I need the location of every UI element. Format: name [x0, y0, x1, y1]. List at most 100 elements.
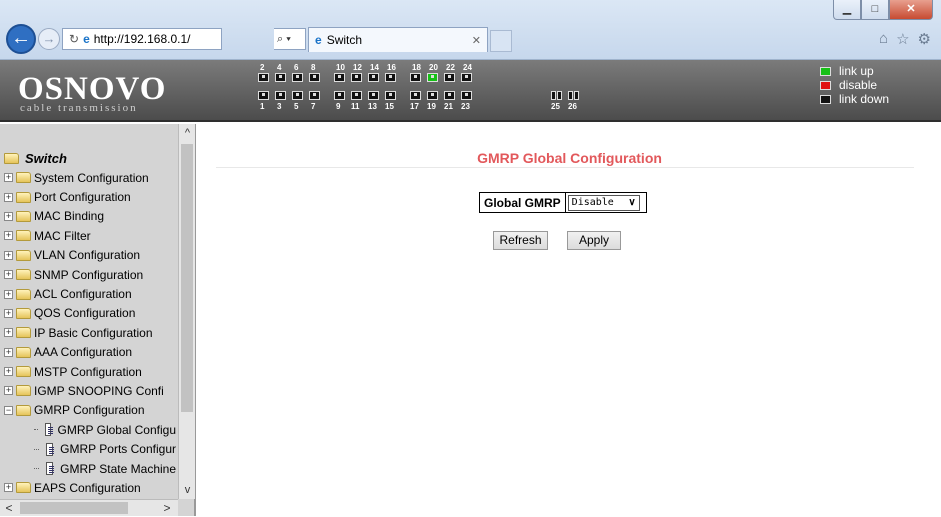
expand-icon[interactable]: + — [4, 308, 13, 318]
scroll-thumb[interactable] — [181, 144, 193, 412]
apply-button[interactable]: Apply — [567, 231, 621, 250]
sidebar-item[interactable]: + IP Basic Configuration — [4, 323, 176, 342]
port-8-icon[interactable] — [309, 73, 320, 82]
favorites-star-icon[interactable]: ☆ — [896, 30, 909, 48]
port-10-icon[interactable] — [334, 73, 345, 82]
port-20-icon[interactable] — [427, 73, 438, 82]
expand-icon[interactable]: + — [4, 328, 13, 338]
tree-branch-line — [34, 468, 39, 470]
scroll-up-icon[interactable]: ^ — [179, 124, 196, 142]
sidebar-vertical-scrollbar[interactable]: ^ v — [178, 124, 195, 499]
port-25-icon[interactable] — [551, 91, 563, 100]
tree-root-switch[interactable]: Switch — [4, 148, 176, 168]
sidebar-item-label: MAC Binding — [34, 209, 105, 224]
sidebar-subitem[interactable]: GMRP State Machine — [4, 459, 176, 478]
port-11-icon[interactable] — [351, 91, 362, 100]
port-19-icon[interactable] — [427, 91, 438, 100]
tree-branch-line — [34, 448, 39, 450]
port-7-icon[interactable] — [309, 91, 320, 100]
port-5-icon[interactable] — [292, 91, 303, 100]
expand-icon[interactable]: + — [4, 270, 13, 280]
sidebar-item[interactable]: + IGMP SNOOPING Confi — [4, 381, 176, 400]
browser-tab[interactable]: e Switch ✕ — [308, 27, 488, 52]
port-24-icon[interactable] — [461, 73, 472, 82]
expand-icon[interactable]: + — [4, 192, 13, 202]
chevron-down-icon: ∨ — [628, 197, 636, 208]
sidebar-subitem[interactable]: GMRP Ports Configur — [4, 439, 176, 458]
port-3-icon[interactable] — [275, 91, 286, 100]
sidebar-item[interactable]: + SNMP Configuration — [4, 265, 176, 284]
sidebar-item-label: IP Basic Configuration — [34, 325, 153, 340]
sidebar-item[interactable]: + QOS Configuration — [4, 304, 176, 323]
port-16-icon[interactable] — [385, 73, 396, 82]
port-22-icon[interactable] — [444, 73, 455, 82]
port-legend: link up disable link down — [820, 64, 889, 106]
sidebar-item-label: Port Configuration — [34, 190, 131, 205]
minimize-icon[interactable]: ▁ — [833, 0, 861, 20]
forward-button[interactable]: → — [38, 28, 60, 50]
settings-gear-icon[interactable]: ⚙ — [918, 30, 931, 48]
port-6-icon[interactable] — [292, 73, 303, 82]
sidebar-item[interactable]: + EAPS Configuration — [4, 478, 176, 497]
refresh-button[interactable]: Refresh — [493, 231, 548, 250]
sidebar-horizontal-scrollbar[interactable]: < > — [0, 499, 178, 516]
refresh-icon[interactable]: ↻ — [69, 32, 79, 46]
scroll-down-icon[interactable]: v — [179, 481, 196, 499]
sidebar-item[interactable]: + Port Configuration — [4, 187, 176, 206]
sidebar-item[interactable]: − GMRP Configuration — [4, 401, 176, 420]
port-17-icon[interactable] — [410, 91, 421, 100]
tree-branch-line — [34, 429, 38, 431]
sidebar-subitem-label: GMRP Global Configu — [57, 422, 177, 437]
port-12-icon[interactable] — [351, 73, 362, 82]
sidebar-item-label: ACL Configuration — [34, 287, 132, 302]
port-14-icon[interactable] — [368, 73, 379, 82]
search-icon[interactable]: ⌕ ▾ — [277, 33, 291, 45]
port-13-icon[interactable] — [368, 91, 379, 100]
global-gmrp-select[interactable]: Disable ∨ — [567, 194, 640, 211]
scroll-left-icon[interactable]: < — [0, 500, 18, 517]
expand-icon[interactable]: + — [4, 289, 13, 299]
port-1-icon[interactable] — [258, 91, 269, 100]
port-21-icon[interactable] — [444, 91, 455, 100]
global-gmrp-row: Global GMRP Disable ∨ — [479, 192, 647, 213]
collapse-icon[interactable]: − — [4, 405, 13, 415]
expand-icon[interactable]: + — [4, 483, 13, 493]
back-button[interactable]: ← — [6, 24, 36, 54]
port-4-icon[interactable] — [275, 73, 286, 82]
sidebar-item[interactable]: + System Configuration — [4, 168, 176, 187]
expand-icon[interactable]: + — [4, 173, 13, 183]
scroll-right-icon[interactable]: > — [158, 500, 176, 517]
sidebar-subitem[interactable]: GMRP Global Configu — [4, 420, 176, 439]
sidebar-item[interactable]: + VLAN Configuration — [4, 246, 176, 265]
hscroll-thumb[interactable] — [20, 502, 128, 514]
sidebar-item[interactable]: + MAC Filter — [4, 226, 176, 245]
port-23-icon[interactable] — [461, 91, 472, 100]
close-icon[interactable]: ✕ — [889, 0, 933, 20]
expand-icon[interactable]: + — [4, 231, 13, 241]
port-15-icon[interactable] — [385, 91, 396, 100]
expand-icon[interactable]: + — [4, 367, 13, 377]
expand-icon[interactable]: + — [4, 347, 13, 357]
folder-icon — [16, 366, 31, 378]
sidebar-item[interactable]: + MSTP Configuration — [4, 362, 176, 381]
port-number-label: 2 — [260, 63, 265, 72]
expand-icon[interactable]: + — [4, 211, 13, 221]
sidebar-item[interactable]: + ACL Configuration — [4, 284, 176, 303]
new-tab-button[interactable] — [490, 30, 512, 52]
home-icon[interactable]: ⌂ — [879, 30, 888, 48]
port-26-icon[interactable] — [568, 91, 580, 100]
tab-close-icon[interactable]: ✕ — [472, 34, 481, 47]
expand-icon[interactable]: + — [4, 250, 13, 260]
sidebar-item[interactable]: + AAA Configuration — [4, 343, 176, 362]
legend-link-down: link down — [839, 92, 890, 106]
sidebar-item-label: SNMP Configuration — [34, 267, 144, 282]
maximize-icon[interactable]: □ — [861, 0, 889, 20]
port-18-icon[interactable] — [410, 73, 421, 82]
sidebar-item[interactable]: + MAC Binding — [4, 207, 176, 226]
port-9-icon[interactable] — [334, 91, 345, 100]
port-2-icon[interactable] — [258, 73, 269, 82]
search-dropdown[interactable]: ⌕ ▾ — [274, 28, 306, 50]
port-number-label: 17 — [410, 102, 419, 111]
address-bar[interactable]: ↻ e http://192.168.0.1/ — [62, 28, 222, 50]
expand-icon[interactable]: + — [4, 386, 13, 396]
